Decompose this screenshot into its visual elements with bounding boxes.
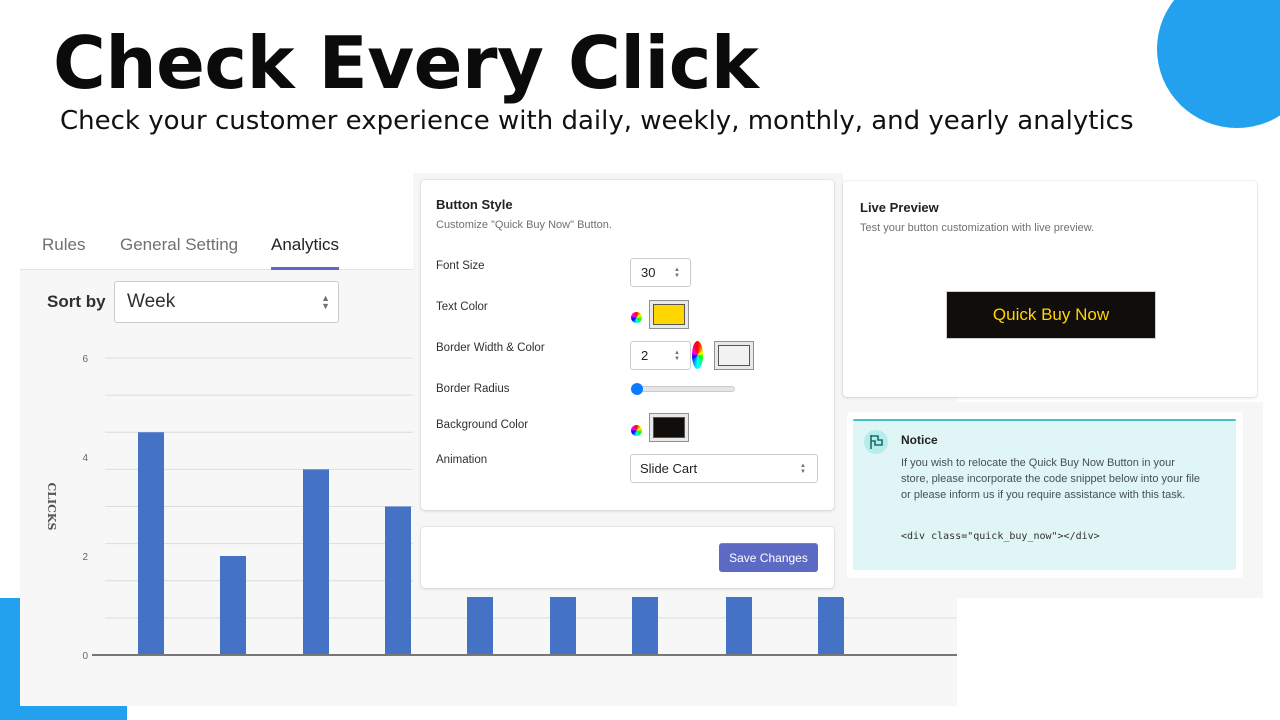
border-radius-slider[interactable] [636, 386, 735, 392]
animation-select[interactable]: Slide Cart ▲ ▼ [630, 454, 818, 483]
text-color-label: Text Color [436, 301, 488, 313]
background-color-fill [653, 417, 685, 438]
border-width-value: 2 [641, 348, 649, 363]
save-changes-button[interactable]: Save Changes [719, 543, 818, 572]
notice-banner: Notice If you wish to relocate the Quick… [853, 419, 1236, 570]
y-axis-label: CLICKS [45, 483, 58, 531]
quick-buy-now-preview-button[interactable]: Quick Buy Now [946, 291, 1156, 339]
stepper-arrows-icon[interactable]: ▲ ▼ [674, 267, 680, 279]
select-arrows-icon: ▲ ▼ [800, 463, 806, 475]
live-preview-title: Live Preview [860, 200, 939, 215]
save-card: Save Changes [421, 527, 834, 588]
font-size-label: Font Size [436, 260, 485, 272]
stepper-arrows-icon[interactable]: ▲ ▼ [674, 350, 680, 362]
decorative-circle [1157, 0, 1280, 128]
font-size-input[interactable]: 30 ▲ ▼ [630, 258, 691, 287]
background-color-swatch[interactable] [649, 413, 689, 442]
color-wheel-icon[interactable] [692, 341, 703, 369]
tab-bar: Rules General Setting Analytics [20, 222, 420, 270]
hero-subtitle: Check your customer experience with dail… [60, 106, 1134, 136]
tab-general-setting[interactable]: General Setting [120, 235, 238, 267]
tab-rules[interactable]: Rules [42, 235, 85, 267]
color-wheel-icon[interactable] [631, 312, 642, 323]
button-style-card: Button Style Customize "Quick Buy Now" B… [421, 180, 834, 510]
border-radius-slider-thumb[interactable] [631, 383, 643, 395]
button-style-subtitle: Customize "Quick Buy Now" Button. [436, 219, 612, 231]
flag-icon-glyph [870, 435, 883, 449]
live-preview-card: Live Preview Test your button customizat… [843, 181, 1257, 397]
border-width-color-label: Border Width & Color [436, 342, 545, 354]
sort-by-label: Sort by [47, 292, 106, 311]
animation-label: Animation [436, 454, 488, 466]
hero-title: Check Every Click [53, 21, 759, 105]
animation-value: Slide Cart [640, 461, 698, 476]
bar-2[interactable] [220, 556, 246, 655]
button-style-title: Button Style [436, 197, 513, 212]
border-radius-label: Border Radius [436, 383, 510, 395]
border-color-swatch[interactable] [714, 341, 754, 370]
notice-title: Notice [901, 433, 938, 447]
sort-by-select[interactable]: Week ▲ ▼ [114, 281, 339, 323]
bar-1[interactable] [138, 432, 164, 655]
border-color-fill [718, 345, 750, 366]
live-preview-subtitle: Test your button customization with live… [860, 222, 1095, 234]
font-size-value: 30 [641, 265, 656, 280]
bar-3[interactable] [303, 469, 329, 655]
notice-body: If you wish to relocate the Quick Buy No… [901, 457, 1201, 501]
sort-by-value: Week [127, 291, 176, 312]
bar-4[interactable] [385, 506, 411, 656]
y-tick-label: 2 [82, 552, 88, 563]
text-color-fill [653, 304, 685, 325]
background-color-label: Background Color [436, 419, 529, 431]
tab-analytics[interactable]: Analytics [271, 235, 340, 270]
color-wheel-icon[interactable] [631, 425, 642, 436]
select-arrows-icon: ▲ ▼ [321, 293, 330, 311]
notice-code-snippet: <div class="quick_buy_now"></div> [901, 531, 1100, 542]
text-color-swatch[interactable] [649, 300, 689, 329]
y-tick-label: 0 [82, 651, 88, 662]
border-width-input[interactable]: 2 ▲ ▼ [630, 341, 691, 370]
y-tick-label: 4 [82, 453, 88, 464]
flag-icon [864, 430, 888, 454]
y-tick-label: 6 [82, 354, 88, 365]
